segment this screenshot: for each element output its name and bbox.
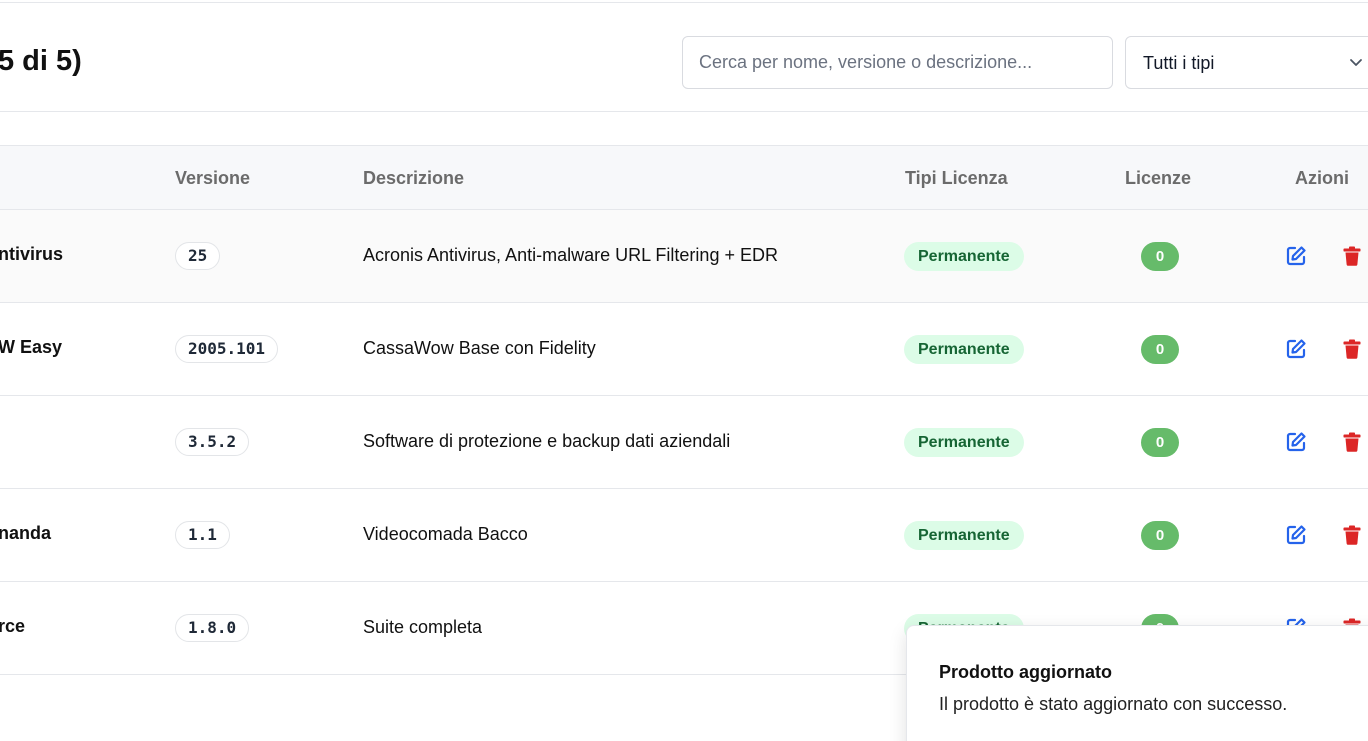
delete-button[interactable]	[1340, 337, 1364, 361]
delete-button[interactable]	[1340, 430, 1364, 454]
table-row[interactable]: nanda 1.1 Videocomada Bacco Permanente 0	[0, 489, 1368, 582]
edit-icon	[1286, 525, 1306, 545]
column-header-licenses[interactable]: Licenze	[1125, 168, 1191, 189]
trash-icon	[1343, 339, 1361, 359]
column-header-actions: Azioni	[1295, 168, 1349, 188]
version-badge: 1.8.0	[175, 614, 250, 642]
version-badge: 3.5.2	[175, 428, 250, 456]
trash-icon	[1343, 432, 1361, 452]
license-count-badge: 0	[1141, 242, 1179, 271]
product-name[interactable]: nanda	[0, 523, 118, 544]
product-description: Suite completa	[363, 617, 483, 637]
delete-button[interactable]	[1340, 244, 1364, 268]
edit-button[interactable]	[1284, 430, 1308, 454]
search-input[interactable]	[682, 36, 1113, 89]
products-header: 5 di 5) Tutti i tipi	[0, 3, 1368, 112]
table-row[interactable]: 3.5.2 Software di protezione e backup da…	[0, 396, 1368, 489]
toast-message: Il prodotto è stato aggiornato con succe…	[939, 694, 1288, 714]
edit-button[interactable]	[1284, 523, 1308, 547]
license-type-badge: Permanente	[904, 428, 1024, 457]
toast-title: Prodotto aggiornato	[939, 662, 1112, 682]
license-count-badge: 0	[1141, 335, 1179, 364]
license-count-badge: 0	[1141, 428, 1179, 457]
table-header-row: Versione Descrizione Tipi Licenza Licenz…	[0, 145, 1368, 210]
edit-icon	[1286, 432, 1306, 452]
column-header-description[interactable]: Descrizione	[363, 168, 464, 189]
version-badge: 25	[175, 242, 221, 270]
product-description: CassaWow Base con Fidelity	[363, 338, 596, 358]
toast-notification: Prodotto aggiornato Il prodotto è stato …	[906, 625, 1368, 741]
version-badge: 1.1	[175, 521, 230, 549]
product-description: Acronis Antivirus, Anti-malware URL Filt…	[363, 245, 778, 265]
license-type-badge: Permanente	[904, 242, 1024, 271]
license-type-badge: Permanente	[904, 335, 1024, 364]
edit-icon	[1286, 339, 1306, 359]
product-name[interactable]: rce	[0, 616, 118, 637]
edit-icon	[1286, 246, 1306, 266]
trash-icon	[1343, 246, 1361, 266]
product-description: Software di protezione e backup dati azi…	[363, 431, 731, 451]
license-count-badge: 0	[1141, 521, 1179, 550]
chevron-down-icon	[1348, 54, 1364, 70]
column-header-version[interactable]: Versione	[175, 168, 250, 189]
edit-button[interactable]	[1284, 244, 1308, 268]
products-table: Versione Descrizione Tipi Licenza Licenz…	[0, 145, 1368, 675]
type-filter-value: Tutti i tipi	[1143, 53, 1215, 73]
delete-button[interactable]	[1340, 523, 1364, 547]
product-description: Videocomada Bacco	[363, 524, 528, 544]
license-type-badge: Permanente	[904, 521, 1024, 550]
products-page: 5 di 5) Tutti i tipi Versione Descrizion…	[0, 0, 1368, 741]
product-name[interactable]: W Easy	[0, 337, 118, 358]
type-filter-select[interactable]: Tutti i tipi	[1125, 36, 1368, 89]
column-header-license-types[interactable]: Tipi Licenza	[905, 168, 1008, 189]
edit-button[interactable]	[1284, 337, 1308, 361]
product-name[interactable]: ntivirus	[0, 244, 118, 265]
table-row[interactable]: W Easy 2005.101 CassaWow Base con Fideli…	[0, 303, 1368, 396]
trash-icon	[1343, 525, 1361, 545]
version-badge: 2005.101	[175, 335, 279, 363]
table-row[interactable]: ntivirus 25 Acronis Antivirus, Anti-malw…	[0, 210, 1368, 303]
page-title: 5 di 5)	[0, 45, 82, 77]
